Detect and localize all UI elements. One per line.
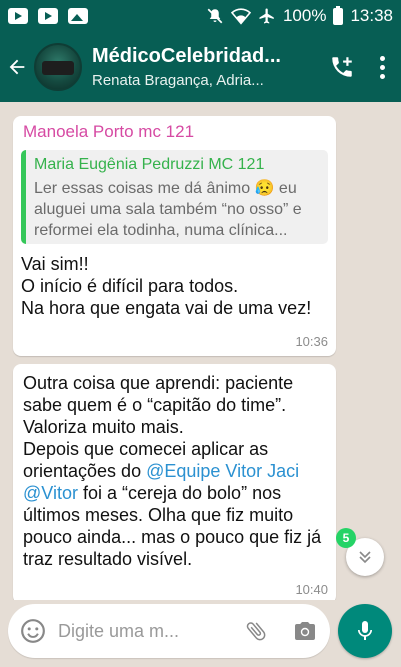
message-bubble[interactable]: Outra coisa que aprendi: paciente sabe q…: [13, 364, 336, 600]
quoted-text: Ler essas coisas me dá ânimo 😥 eu alugue…: [34, 180, 302, 239]
youtube-icon: [38, 8, 58, 24]
mention-link[interactable]: @Vitor: [23, 483, 78, 503]
chat-title-block[interactable]: MédicoCelebridad... Renata Bragança, Adr…: [92, 45, 304, 89]
airplane-icon: [259, 8, 274, 24]
camera-icon[interactable]: [292, 619, 318, 643]
clock: 13:38: [350, 6, 393, 25]
back-button[interactable]: [0, 56, 34, 78]
wifi-icon: [230, 8, 251, 25]
message-sender: Manoela Porto mc 121: [23, 122, 195, 141]
image-icon: [68, 8, 88, 24]
arrow-left-icon: [9, 59, 25, 75]
phone-plus-icon: [332, 57, 352, 77]
message-time: 10:36: [295, 334, 328, 349]
paperclip-icon[interactable]: [244, 619, 268, 643]
voice-message-button[interactable]: [338, 604, 392, 658]
double-chevron-down-icon: [359, 551, 371, 564]
message-time: 10:40: [295, 582, 328, 597]
message-text: Outra coisa que aprendi: paciente sabe q…: [23, 372, 326, 570]
battery-percent: 100%: [282, 6, 327, 25]
youtube-icon: [8, 8, 28, 24]
message-list[interactable]: Manoela Porto mc 121 Maria Eugênia Pedru…: [0, 102, 401, 600]
microphone-icon: [358, 621, 372, 640]
message-text: Vai sim!! O início é difícil para todos.…: [21, 254, 312, 318]
battery-icon: [333, 5, 344, 25]
status-bar: 100% 13:38: [0, 0, 401, 32]
quoted-author: Maria Eugênia Pedruzzi MC 121: [34, 156, 265, 173]
message-input[interactable]: Digite uma m...: [58, 621, 244, 642]
more-options-icon[interactable]: [379, 55, 385, 79]
group-avatar[interactable]: [34, 43, 82, 91]
mute-icon: [207, 8, 223, 24]
quoted-message[interactable]: Maria Eugênia Pedruzzi MC 121 Ler essas …: [21, 150, 328, 244]
mention-link[interactable]: @Equipe Vitor Jaci: [146, 461, 299, 481]
emoji-icon[interactable]: [20, 618, 46, 644]
message-bubble[interactable]: Manoela Porto mc 121 Maria Eugênia Pedru…: [13, 116, 336, 356]
add-call-button[interactable]: [329, 54, 355, 80]
message-composer: Digite uma m...: [8, 604, 330, 658]
unread-count-badge: 5: [336, 528, 356, 548]
chat-header: MédicoCelebridad... Renata Bragança, Adr…: [0, 32, 401, 102]
chat-participants: Renata Bragança, Adria...: [92, 72, 264, 89]
chat-title: MédicoCelebridad...: [92, 45, 281, 67]
